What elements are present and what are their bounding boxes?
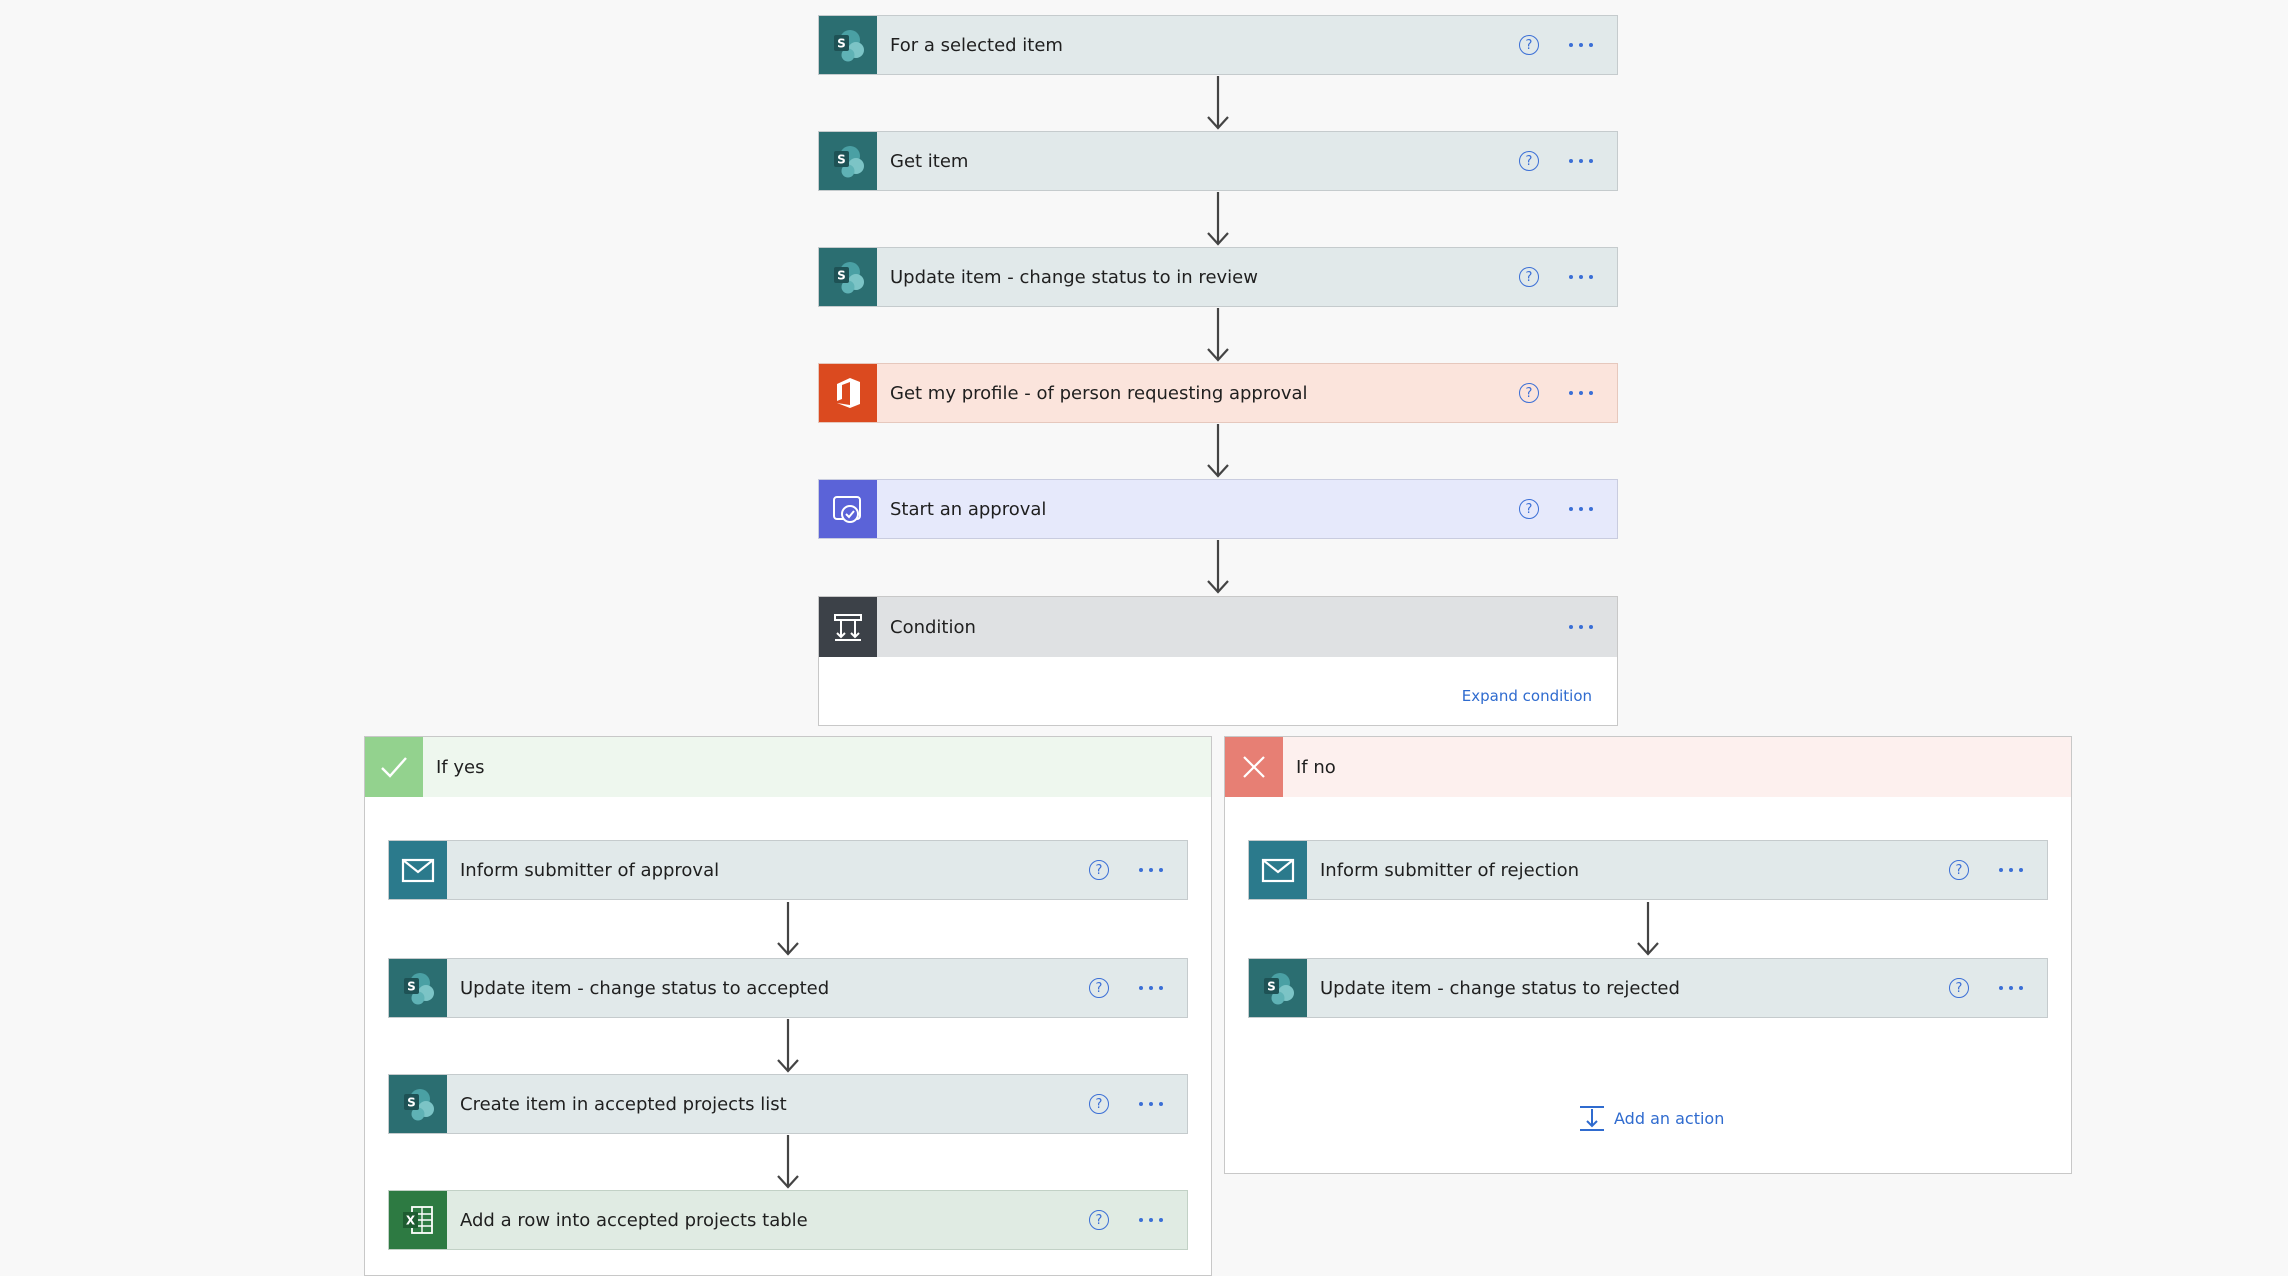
step-update-item-rejected[interactable]: Update item - change status to rejected … (1248, 958, 2048, 1018)
sharepoint-icon (389, 959, 447, 1017)
office-icon (819, 364, 877, 422)
branch-title: If no (1296, 756, 1336, 778)
flow-arrow-icon (1206, 76, 1230, 130)
flow-arrow-icon (1636, 902, 1660, 956)
step-title: Update item - change status to in review (890, 266, 1258, 288)
help-icon[interactable]: ? (1089, 1210, 1109, 1230)
more-options-button[interactable] (1569, 43, 1593, 47)
sharepoint-icon (819, 248, 877, 306)
step-title: Inform submitter of approval (460, 859, 720, 881)
close-icon (1225, 737, 1283, 797)
add-action-icon (1580, 1106, 1604, 1131)
condition-block[interactable]: Condition Expand condition (818, 596, 1618, 726)
more-options-button[interactable] (1569, 391, 1593, 395)
excel-icon: X (389, 1191, 447, 1249)
step-title: Update item - change status to rejected (1320, 977, 1680, 999)
condition-header[interactable]: Condition (819, 597, 1617, 657)
step-title: Create item in accepted projects list (460, 1093, 787, 1115)
flow-arrow-icon (1206, 308, 1230, 362)
if-no-header[interactable]: If no (1225, 737, 2071, 797)
branch-title: If yes (436, 756, 485, 778)
help-icon[interactable]: ? (1519, 499, 1539, 519)
more-options-button[interactable] (1139, 1102, 1163, 1106)
more-options-button[interactable] (1569, 507, 1593, 511)
step-inform-approval[interactable]: Inform submitter of approval ? (388, 840, 1188, 900)
condition-icon (819, 597, 877, 657)
svg-text:X: X (406, 1214, 416, 1228)
more-options-button[interactable] (1139, 1218, 1163, 1222)
step-for-a-selected-item[interactable]: For a selected item ? (818, 15, 1618, 75)
flow-arrow-icon (776, 902, 800, 956)
more-options-button[interactable] (1999, 868, 2023, 872)
more-options-button[interactable] (1999, 986, 2023, 990)
expand-condition-link[interactable]: Expand condition (1462, 687, 1592, 705)
step-get-item[interactable]: Get item ? (818, 131, 1618, 191)
step-inform-rejection[interactable]: Inform submitter of rejection ? (1248, 840, 2048, 900)
step-title: Inform submitter of rejection (1320, 859, 1580, 881)
step-title: Add a row into accepted projects table (460, 1209, 808, 1231)
more-options-button[interactable] (1139, 986, 1163, 990)
mail-icon (389, 841, 447, 899)
help-icon[interactable]: ? (1089, 860, 1109, 880)
checkmark-icon (365, 737, 423, 797)
if-yes-header[interactable]: If yes (365, 737, 1211, 797)
step-add-row-excel[interactable]: X Add a row into accepted projects table… (388, 1190, 1188, 1250)
help-icon[interactable]: ? (1089, 1094, 1109, 1114)
flow-arrow-icon (1206, 424, 1230, 478)
step-title: For a selected item (890, 34, 1063, 56)
help-icon[interactable]: ? (1089, 978, 1109, 998)
mail-icon (1249, 841, 1307, 899)
step-get-my-profile[interactable]: Get my profile - of person requesting ap… (818, 363, 1618, 423)
more-options-button[interactable] (1139, 868, 1163, 872)
sharepoint-icon (819, 132, 877, 190)
flow-arrow-icon (776, 1019, 800, 1073)
sharepoint-icon (1249, 959, 1307, 1017)
step-create-item-accepted-list[interactable]: Create item in accepted projects list ? (388, 1074, 1188, 1134)
add-action-label: Add an action (1614, 1108, 1725, 1128)
help-icon[interactable]: ? (1519, 151, 1539, 171)
more-options-button[interactable] (1569, 625, 1593, 629)
step-update-item-accepted[interactable]: Update item - change status to accepted … (388, 958, 1188, 1018)
step-title: Update item - change status to accepted (460, 977, 830, 999)
help-icon[interactable]: ? (1519, 383, 1539, 403)
step-title: Get my profile - of person requesting ap… (890, 382, 1308, 404)
step-title: Start an approval (890, 498, 1047, 520)
sharepoint-icon (389, 1075, 447, 1133)
flow-arrow-icon (1206, 192, 1230, 246)
sharepoint-icon (819, 16, 877, 74)
help-icon[interactable]: ? (1949, 860, 1969, 880)
help-icon[interactable]: ? (1949, 978, 1969, 998)
step-title: Get item (890, 150, 969, 172)
flow-arrow-icon (776, 1135, 800, 1189)
condition-title: Condition (890, 616, 976, 638)
flow-arrow-icon (1206, 540, 1230, 594)
approvals-icon (819, 480, 877, 538)
more-options-button[interactable] (1569, 275, 1593, 279)
step-update-item-in-review[interactable]: Update item - change status to in review… (818, 247, 1618, 307)
help-icon[interactable]: ? (1519, 267, 1539, 287)
step-start-approval[interactable]: Start an approval ? (818, 479, 1618, 539)
more-options-button[interactable] (1569, 159, 1593, 163)
add-an-action-button[interactable]: Add an action (1578, 1104, 1724, 1132)
help-icon[interactable]: ? (1519, 35, 1539, 55)
